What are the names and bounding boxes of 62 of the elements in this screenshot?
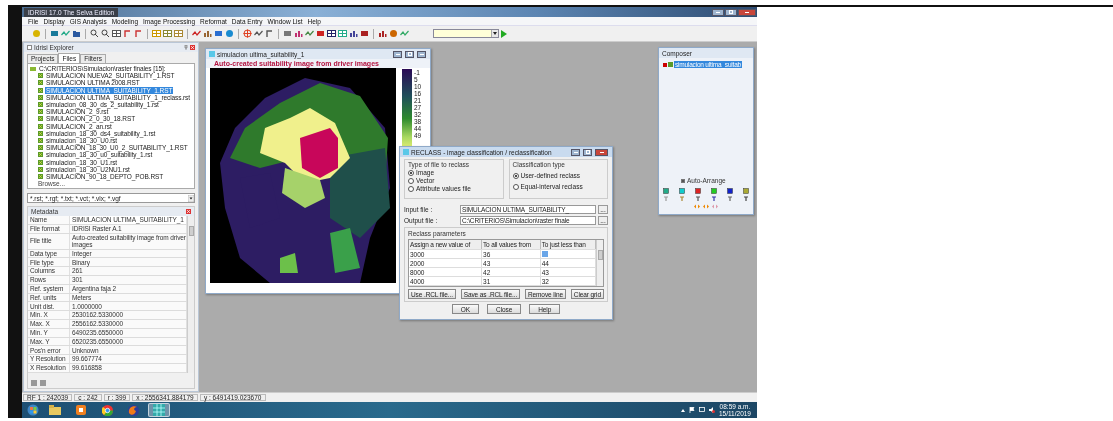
square-icon[interactable] (316, 29, 325, 38)
close-icon[interactable] (186, 209, 191, 214)
minimize-button[interactable] (571, 148, 580, 156)
close-button[interactable] (417, 50, 426, 58)
grid-icon[interactable] (112, 29, 121, 38)
line-chart-icon[interactable] (254, 29, 263, 38)
line-chart-icon[interactable] (192, 29, 201, 38)
monitor-icon[interactable] (698, 407, 705, 413)
pin-icon[interactable] (184, 45, 188, 50)
arrows-icon[interactable] (694, 204, 700, 209)
folder-icon[interactable] (49, 405, 61, 415)
crosshair-icon[interactable] (243, 29, 252, 38)
flag-icon[interactable] (688, 407, 695, 413)
magnifier-icon[interactable] (90, 29, 99, 38)
close-icon[interactable] (190, 45, 195, 50)
selection-highlight[interactable] (541, 251, 548, 257)
corner-icon[interactable] (265, 29, 274, 38)
tool-glyph-icon[interactable] (711, 196, 717, 202)
arrows-icon[interactable] (703, 204, 709, 209)
square-icon[interactable] (50, 29, 59, 38)
start-orb-icon[interactable] (27, 404, 39, 416)
tool-glyph-icon[interactable] (727, 196, 733, 202)
dropdown-field[interactable] (433, 29, 499, 38)
magnifier-icon[interactable] (101, 29, 110, 38)
raster-file-icon (668, 62, 673, 67)
tool-glyph-icon[interactable] (695, 196, 701, 202)
tool-glyph-icon[interactable] (743, 196, 749, 202)
layer-checkbox[interactable] (663, 62, 667, 67)
scrollbar[interactable] (596, 240, 603, 286)
player-icon[interactable] (76, 405, 86, 415)
close-button[interactable] (595, 148, 608, 156)
panel-icon (27, 45, 32, 50)
square-icon[interactable] (360, 29, 369, 38)
line-chart-icon[interactable] (305, 29, 314, 38)
speaker-icon[interactable] (708, 407, 715, 413)
grid-icon[interactable] (327, 29, 336, 38)
caret-icon (188, 194, 194, 202)
square-icon[interactable] (283, 29, 292, 38)
window-icon (209, 51, 215, 57)
circle-icon[interactable] (225, 29, 234, 38)
minimize-button[interactable] (393, 50, 402, 58)
maximize-button[interactable] (583, 148, 592, 156)
maximize-button[interactable] (405, 50, 414, 58)
square-icon[interactable] (214, 29, 223, 38)
tool-glyph-icon[interactable] (679, 196, 685, 202)
maximize-button[interactable] (725, 8, 737, 16)
triangle-icon[interactable] (680, 408, 685, 412)
play-icon[interactable] (501, 29, 507, 38)
arrows-icon[interactable] (712, 204, 718, 209)
window-icon (403, 149, 409, 155)
flame-globe-icon[interactable] (127, 404, 139, 416)
minimize-button[interactable] (712, 8, 724, 16)
folder-icon[interactable] (72, 29, 81, 38)
circle-icon[interactable] (389, 29, 398, 38)
bar-chart-icon[interactable] (378, 29, 387, 38)
close-button[interactable] (738, 8, 756, 16)
bar-chart-icon[interactable] (203, 29, 212, 38)
bar-chart-icon[interactable] (294, 29, 303, 38)
bar-chart-icon[interactable] (349, 29, 358, 38)
scrollbar[interactable] (187, 216, 194, 373)
wheel-icon[interactable] (101, 404, 113, 416)
caret-icon (493, 32, 497, 35)
